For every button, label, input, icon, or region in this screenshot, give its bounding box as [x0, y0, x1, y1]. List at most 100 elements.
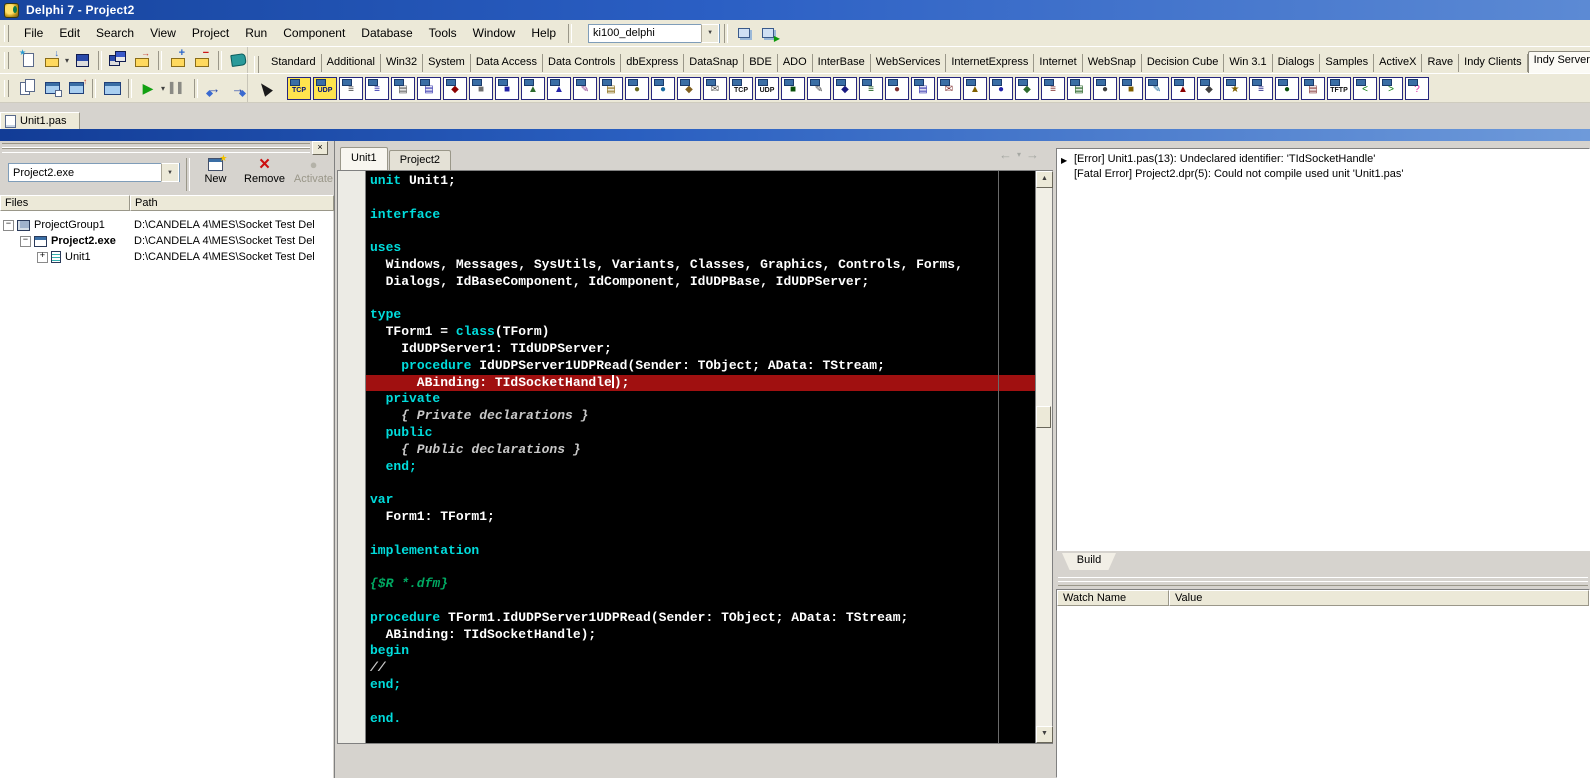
indy-component-icon-14[interactable]: ●	[625, 77, 649, 100]
help-icon[interactable]	[226, 49, 250, 71]
menu-item-search[interactable]: Search	[88, 23, 142, 43]
view-form-icon[interactable]	[40, 77, 64, 99]
open-file-dropdown-icon[interactable]: ▾	[65, 56, 69, 65]
indy-component-icon-32[interactable]: ●	[1093, 77, 1117, 100]
indy-component-icon-40[interactable]: ▤	[1301, 77, 1325, 100]
menu-item-help[interactable]: Help	[523, 23, 564, 43]
palette-tab-internet[interactable]: Internet	[1034, 54, 1082, 72]
expand-icon[interactable]: +	[37, 252, 48, 263]
palette-tab-dbexpress[interactable]: dbExpress	[621, 54, 684, 72]
chevron-down-icon[interactable]: ▾	[1017, 150, 1021, 159]
watch-list[interactable]	[1057, 606, 1589, 777]
save-file-icon[interactable]	[70, 49, 94, 71]
run-icon[interactable]	[136, 77, 160, 99]
indy-component-icon-udp-19[interactable]: UDP	[755, 77, 779, 100]
pause-icon[interactable]	[166, 77, 190, 99]
remove-button[interactable]: Remove	[240, 154, 289, 185]
palette-tab-win-3-1[interactable]: Win 3.1	[1224, 54, 1272, 72]
indy-component-icon-11[interactable]: ▲	[547, 77, 571, 100]
path-column-header[interactable]: Path	[130, 195, 334, 211]
open-project-icon[interactable]	[130, 49, 154, 71]
indy-component-icon-15[interactable]: ●	[651, 77, 675, 100]
palette-tab-webservices[interactable]: WebServices	[871, 54, 947, 72]
watch-name-column-header[interactable]: Watch Name	[1057, 590, 1169, 606]
code-editor[interactable]: unit Unit1;interfaceuses Windows, Messag…	[366, 171, 1035, 743]
indy-component-icon-37[interactable]: ★	[1223, 77, 1247, 100]
new-file-icon[interactable]	[16, 49, 40, 71]
toggle-form-unit-icon[interactable]	[64, 77, 88, 99]
palette-tab-bde[interactable]: BDE	[744, 54, 778, 72]
dock-handle[interactable]	[2, 143, 310, 148]
speedbar-grip-2[interactable]	[4, 80, 9, 97]
indy-component-icon-27[interactable]: ▲	[963, 77, 987, 100]
tab-build[interactable]: Build	[1062, 553, 1116, 570]
indy-component-icon-tftp-41[interactable]: TFTP	[1327, 77, 1351, 100]
menu-item-component[interactable]: Component	[275, 23, 353, 43]
palette-tab-interbase[interactable]: InterBase	[813, 54, 871, 72]
palette-tab-win32[interactable]: Win32	[381, 54, 423, 72]
indy-component-icon-24[interactable]: ●	[885, 77, 909, 100]
indy-component-icon-7[interactable]: ◆	[443, 77, 467, 100]
palette-tab-system[interactable]: System	[423, 54, 471, 72]
scroll-down-icon[interactable]: ▼	[1036, 726, 1053, 743]
run-dropdown-icon[interactable]: ▾	[161, 84, 165, 93]
palette-tab-datasnap[interactable]: DataSnap	[684, 54, 744, 72]
palette-tab-decision-cube[interactable]: Decision Cube	[1142, 54, 1225, 72]
indy-component-icon-23[interactable]: ≡	[859, 77, 883, 100]
browse-back-icon[interactable]: ←	[999, 147, 1012, 162]
palette-tab-internetexpress[interactable]: InternetExpress	[946, 54, 1034, 72]
editor-tab-unit1[interactable]: Unit1	[340, 147, 388, 170]
indy-component-icon-3[interactable]: ≡	[339, 77, 363, 100]
compiler-message-2[interactable]: [Fatal Error] Project2.dpr(5): Could not…	[1057, 167, 1589, 182]
step-over-icon[interactable]	[226, 77, 250, 99]
collapse-icon[interactable]: −	[3, 220, 14, 231]
indy-component-icon-17[interactable]: ✉	[703, 77, 727, 100]
menubar-grip[interactable]	[4, 25, 9, 42]
collapse-icon[interactable]: −	[20, 236, 31, 247]
indy-component-icon-6[interactable]: ▤	[417, 77, 441, 100]
palette-tab-additional[interactable]: Additional	[322, 54, 381, 72]
indy-component-icon-26[interactable]: ✉	[937, 77, 961, 100]
remove-file-from-project-icon[interactable]	[190, 49, 214, 71]
palette-tab-data-controls[interactable]: Data Controls	[543, 54, 621, 72]
trace-into-icon[interactable]	[202, 77, 226, 99]
indy-component-icon-12[interactable]: ✎	[573, 77, 597, 100]
open-file-icon[interactable]	[40, 49, 64, 71]
indy-component-icon-tcp-18[interactable]: TCP	[729, 77, 753, 100]
palette-tab-indy-servers[interactable]: Indy Servers	[1528, 51, 1590, 73]
indy-component-icon-16[interactable]: ◆	[677, 77, 701, 100]
indy-component-icon-13[interactable]: ▤	[599, 77, 623, 100]
indy-component-icon-29[interactable]: ◆	[1015, 77, 1039, 100]
palette-tab-ado[interactable]: ADO	[778, 54, 813, 72]
indy-component-icon-42[interactable]: <	[1353, 77, 1377, 100]
palette-tab-standard[interactable]: Standard	[266, 54, 322, 72]
indy-component-icon-tcp-1[interactable]: TCP	[287, 77, 311, 100]
menu-item-database[interactable]: Database	[353, 23, 420, 43]
indy-component-icon-5[interactable]: ▤	[391, 77, 415, 100]
palette-grip[interactable]	[254, 56, 259, 73]
menu-item-view[interactable]: View	[142, 23, 184, 43]
value-column-header[interactable]: Value	[1169, 590, 1589, 606]
project-tree[interactable]: −ProjectGroup1D:\CANDELA 4\MES\Socket Te…	[0, 211, 333, 778]
palette-tab-rave[interactable]: Rave	[1422, 54, 1459, 72]
menu-item-project[interactable]: Project	[184, 23, 237, 43]
files-column-header[interactable]: Files	[0, 195, 130, 211]
indy-component-icon-30[interactable]: ≡	[1041, 77, 1065, 100]
indy-component-icon-35[interactable]: ▲	[1171, 77, 1195, 100]
chevron-down-icon[interactable]: ▼	[701, 24, 719, 43]
palette-tab-dialogs[interactable]: Dialogs	[1273, 54, 1321, 72]
palette-tab-samples[interactable]: Samples	[1320, 54, 1374, 72]
active-project-combo[interactable]: Project2.exe ▼	[8, 163, 180, 182]
indy-component-icon-21[interactable]: ✎	[807, 77, 831, 100]
panel-splitter[interactable]	[1056, 577, 1590, 587]
indy-component-icon-udp-2[interactable]: UDP	[313, 77, 337, 100]
menu-item-run[interactable]: Run	[237, 23, 275, 43]
save-current-desktop-icon[interactable]	[732, 22, 756, 44]
palette-tab-indy-clients[interactable]: Indy Clients	[1459, 54, 1527, 72]
editor-tab-project2[interactable]: Project2	[389, 150, 451, 170]
tree-item-projectgroup1[interactable]: −ProjectGroup1D:\CANDELA 4\MES\Socket Te…	[0, 217, 333, 233]
chevron-down-icon[interactable]: ▼	[161, 163, 179, 182]
indy-component-icon-9[interactable]: ■	[495, 77, 519, 100]
palette-tab-activex[interactable]: ActiveX	[1374, 54, 1422, 72]
editor-caption-tab[interactable]: Unit1.pas	[0, 112, 80, 129]
